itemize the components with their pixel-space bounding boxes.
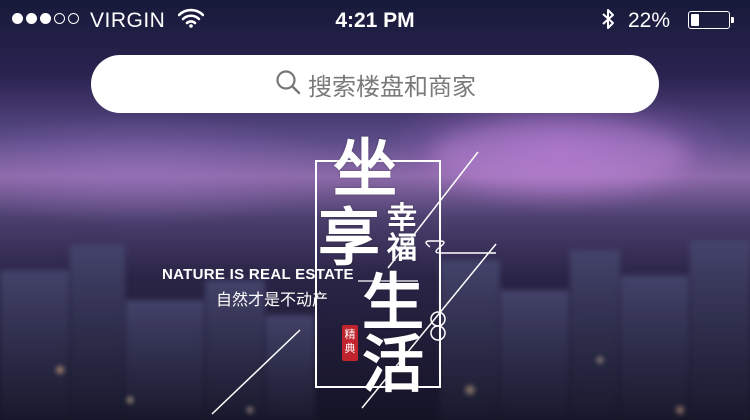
promo-banner[interactable]: 坐 享 幸 福 生 活 NATURE IS REAL ESTATE 自然才是不动…: [0, 0, 750, 420]
headline-char: 活: [362, 328, 425, 401]
tagline-chinese: 自然才是不动产: [216, 290, 329, 309]
tagline-english: NATURE IS REAL ESTATE: [162, 266, 354, 283]
seal-stamp: 精 典: [342, 325, 358, 361]
